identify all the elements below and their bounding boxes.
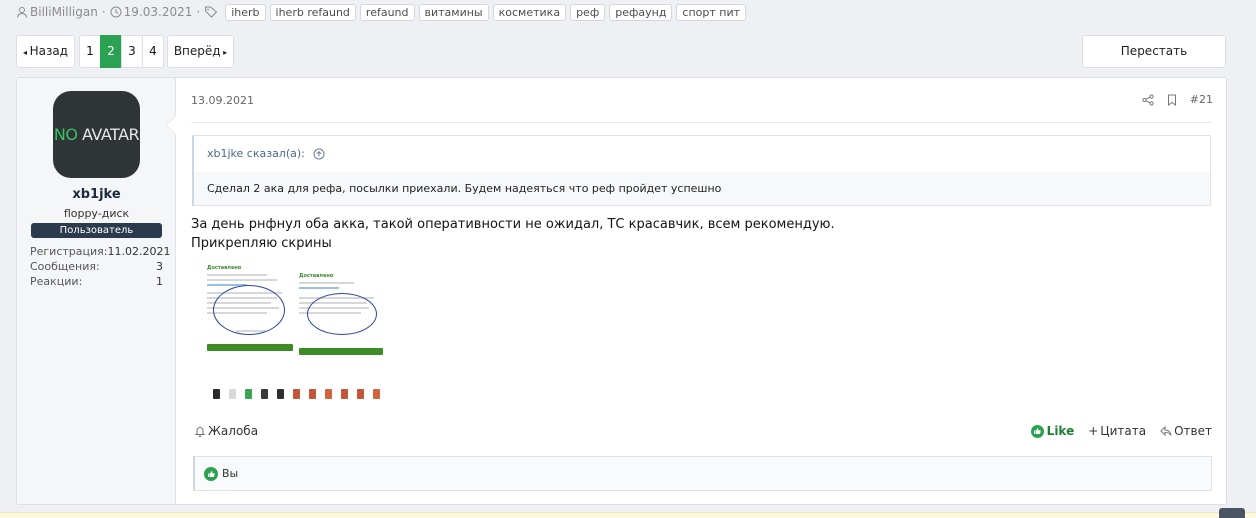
stat-value: 3: [156, 260, 163, 273]
user-group-badge: Пользователь: [31, 223, 162, 238]
plus-icon: +: [1088, 424, 1099, 438]
reply-button[interactable]: Ответ: [1160, 424, 1212, 438]
scroll-to-top-button[interactable]: [1219, 508, 1245, 518]
page-link-3[interactable]: 3: [121, 35, 143, 68]
post-header-actions: #21: [1142, 93, 1213, 106]
tag-list: iherb iherb refaund refaund витамины космети…: [221, 3, 747, 21]
tag[interactable]: iherb refaund: [269, 3, 356, 21]
attachment-thumbnail[interactable]: Доставлено Доставлено: [207, 265, 386, 401]
quote-author[interactable]: xb1jke сказал(а):: [207, 136, 305, 172]
post-number[interactable]: #21: [1190, 93, 1213, 106]
tag[interactable]: витамины: [418, 3, 489, 21]
post-user-column: NO AVATAR xb1jke floppy-диск Пользовател…: [17, 78, 176, 504]
user-title: floppy-диск: [63, 207, 130, 220]
thread-author[interactable]: BilliMilligan: [30, 5, 98, 19]
post-body-line: Прикрепляю скрины: [191, 236, 332, 251]
clock-icon: [110, 6, 122, 18]
screenshot-left: Доставлено: [207, 265, 294, 365]
avatar[interactable]: NO AVATAR: [53, 91, 140, 178]
bookmark-icon[interactable]: [1166, 94, 1178, 106]
tag[interactable]: iherb: [225, 3, 266, 21]
screenshot-right: Доставлено: [299, 265, 386, 365]
prev-page-button[interactable]: ◂ Назад: [16, 35, 75, 68]
stat-row-messages: Сообщения: 3: [30, 259, 163, 274]
tag[interactable]: спорт пит: [676, 3, 747, 21]
avatar-text-avatar: AVATAR: [82, 125, 140, 144]
product-row: [207, 373, 386, 399]
reply-icon: [1160, 425, 1172, 437]
user-stats: Регистрация: 11.02.2021 Сообщения: 3 Реакц…: [30, 244, 170, 289]
thumbs-up-icon: [1030, 424, 1044, 438]
quote-header: xb1jke сказал(а):: [194, 136, 1210, 172]
report-label: Жалоба: [208, 424, 259, 438]
stat-label: Сообщения:: [30, 260, 100, 273]
stat-label: Реакции:: [30, 275, 83, 288]
pagination: ◂ Назад 1 2 3 4 Вперёд ▸: [16, 35, 234, 68]
post-body: За день рнфнул оба акка, такой оперативн…: [191, 215, 835, 253]
screenshot-title: Доставлено: [299, 273, 334, 279]
screenshot-title: Доставлено: [207, 265, 242, 271]
post-main: 13.09.2021 #21 xb1jke сказал(а): Сделал …: [191, 78, 1213, 504]
post-date[interactable]: 13.09.2021: [191, 94, 254, 107]
thread-date: 19.03.2021: [123, 5, 193, 19]
quote-label: Цитата: [1100, 424, 1147, 438]
report-button[interactable]: Жалоба: [194, 424, 258, 438]
user-icon: [17, 7, 27, 18]
page-link-2-current[interactable]: 2: [100, 35, 122, 68]
bottom-notice-strip: [0, 512, 1256, 518]
post-body-line: За день рнфнул оба акка, такой оперативн…: [191, 217, 835, 232]
quote-text: Сделал 2 ака для рефа, посылки приехали.…: [194, 172, 1210, 205]
meta-separator: ·: [101, 5, 106, 19]
thread-meta: BilliMilligan · 19.03.2021 · iherb iherb …: [16, 3, 747, 21]
thumbs-up-icon: [204, 466, 218, 481]
prev-page-label: Назад: [29, 44, 68, 58]
reactions-bar: Вы: [193, 456, 1212, 491]
stat-label: Регистрация:: [30, 245, 108, 258]
chevron-right-icon: ▸: [220, 48, 228, 57]
post-footer-actions: Like + Цитата Ответ: [1030, 424, 1212, 438]
next-page-label: Вперёд: [173, 44, 221, 58]
avatar-text-no: NO: [53, 125, 78, 144]
page-numbers: 1 2 3 4: [79, 35, 164, 68]
user-column-pointer: [166, 115, 176, 135]
unwatch-thread-button[interactable]: Перестать отслеживать: [1082, 35, 1226, 89]
bell-icon: [194, 427, 206, 437]
tag[interactable]: рефаунд: [609, 3, 673, 21]
like-button[interactable]: Like: [1030, 424, 1075, 438]
stat-value: 11.02.2021: [107, 245, 171, 258]
stat-row-registration: Регистрация: 11.02.2021: [30, 244, 170, 259]
username[interactable]: xb1jke: [17, 187, 176, 202]
quote-button[interactable]: + Цитата: [1088, 424, 1146, 438]
meta-separator: ·: [196, 5, 201, 19]
divider: [191, 122, 1212, 123]
stat-value: 1: [156, 275, 163, 288]
tag[interactable]: реф: [570, 3, 606, 21]
stat-row-reactions: Реакции: 1: [30, 274, 163, 289]
arrow-up-circle-icon[interactable]: [313, 148, 325, 160]
reactions-list[interactable]: Вы: [222, 467, 238, 480]
like-label: Like: [1046, 424, 1075, 438]
next-page-button[interactable]: Вперёд ▸: [167, 35, 234, 68]
page-link-1[interactable]: 1: [79, 35, 101, 68]
share-icon[interactable]: [1142, 93, 1154, 106]
post-card: NO AVATAR xb1jke floppy-диск Пользовател…: [16, 77, 1227, 505]
tag[interactable]: refaund: [359, 3, 415, 21]
quote-block: xb1jke сказал(а): Сделал 2 ака для рефа,…: [192, 135, 1211, 206]
reply-label: Ответ: [1174, 424, 1212, 438]
tag[interactable]: косметика: [492, 3, 567, 21]
page-link-4[interactable]: 4: [142, 35, 164, 68]
tags-icon: [205, 6, 218, 18]
